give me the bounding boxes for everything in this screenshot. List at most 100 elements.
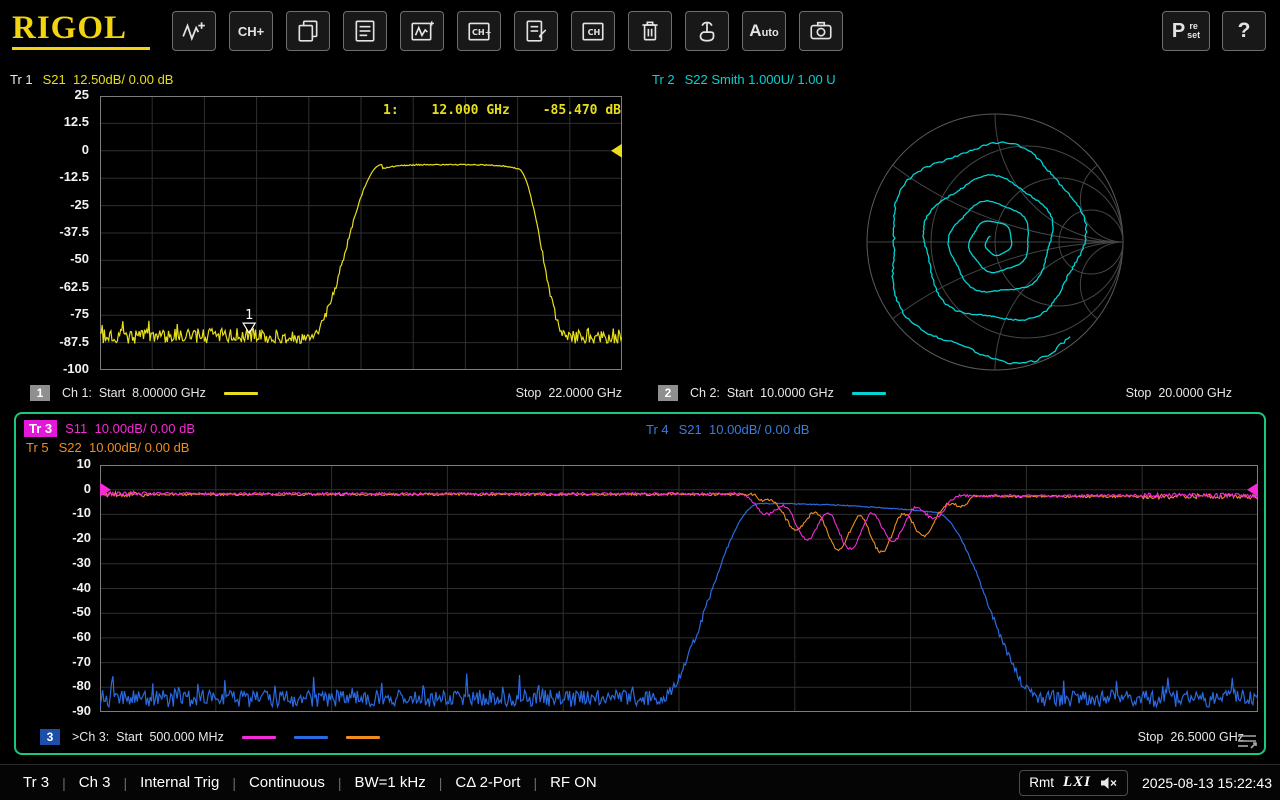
trash-icon (637, 18, 663, 44)
toolbar-right: P re set ? (1162, 11, 1266, 51)
y-tick-label: -20 (72, 530, 91, 545)
y-tick-label: -50 (72, 604, 91, 619)
y-tick-label: 25 (75, 87, 89, 102)
lxi-logo: LXI (1063, 774, 1091, 791)
tr3-header[interactable]: Tr 3 S11 10.00dB/ 0.00 dB (24, 420, 195, 437)
y-tick-label: -40 (72, 580, 91, 595)
y-tick-label: -62.5 (59, 279, 89, 294)
status-right: Rmt LXI 2025-08-13 15:22:43 (1019, 770, 1272, 796)
toolbar-buttons: CH+ CH+ (172, 11, 843, 51)
y-tick-label: 12.5 (64, 114, 89, 129)
y-tick-label: -10 (72, 505, 91, 520)
autoscale-label: Auto (749, 21, 778, 41)
new-trace-window-button[interactable] (400, 11, 444, 51)
status-item[interactable]: Tr 3 (10, 774, 62, 791)
tr1-label[interactable]: Tr 1 (10, 72, 33, 87)
ch2-stop-label[interactable]: Stop 20.0000 GHz (1126, 386, 1232, 400)
screenshot-button[interactable] (799, 11, 843, 51)
copy-channel-button[interactable] (286, 11, 330, 51)
svg-text:CH: CH (588, 27, 601, 37)
status-item[interactable]: Internal Trig (127, 774, 232, 791)
svg-text:CH+: CH+ (472, 27, 492, 37)
ch1-start-label[interactable]: Ch 1: Start 8.00000 GHz (62, 386, 206, 400)
add-trace-button[interactable] (172, 11, 216, 51)
delete-button[interactable] (628, 11, 672, 51)
ch1-plot-svg: 1 (100, 96, 622, 370)
datetime: 2025-08-13 15:22:43 (1142, 775, 1272, 791)
add-channel-button[interactable]: CH+ (229, 11, 273, 51)
tr5-info: S22 10.00dB/ 0.00 dB (59, 440, 190, 455)
y-tick-label: -87.5 (59, 334, 89, 349)
help-label: ? (1238, 19, 1251, 43)
smith-plot-svg (695, 88, 1280, 380)
trace-plus-icon (181, 18, 207, 44)
ch3-plot-svg (100, 465, 1258, 712)
ch1-badge[interactable]: 1 (30, 385, 50, 401)
toolbar: RIGOL CH+ C (0, 0, 1280, 62)
preset-button[interactable]: P re set (1162, 11, 1210, 51)
status-items: Tr 3|Ch 3|Internal Trig|Continuous|BW=1 … (10, 774, 610, 791)
remote-label: Rmt (1029, 775, 1054, 790)
channel-window-button[interactable]: CH (571, 11, 615, 51)
copy-icon (295, 18, 321, 44)
camera-icon (808, 18, 834, 44)
marker-readout: 1: 12.000 GHz -85.470 dB (383, 103, 621, 118)
y-tick-label: -100 (63, 361, 89, 376)
tr1-color-sample (224, 392, 258, 395)
status-item[interactable]: Continuous (236, 774, 338, 791)
y-tick-label: -80 (72, 678, 91, 693)
new-channel-window-button[interactable]: CH+ (457, 11, 501, 51)
tr2-color-sample (852, 392, 886, 395)
tr4-label[interactable]: Tr 4 (646, 422, 669, 437)
tr2-info: S22 Smith 1.000U/ 1.00 U (685, 72, 836, 87)
tr1-info: S21 12.50dB/ 0.00 dB (43, 72, 174, 87)
y-tick-label: -75 (70, 306, 89, 321)
window-ch-plus-icon: CH+ (466, 18, 492, 44)
tr3-badge[interactable]: Tr 3 (24, 420, 57, 437)
tr5-header[interactable]: Tr 5 S22 10.00dB/ 0.00 dB (26, 440, 189, 455)
window-ch-icon: CH (580, 18, 606, 44)
tr3-info: S11 10.00dB/ 0.00 dB (65, 421, 195, 436)
status-item[interactable]: CΔ 2-Port (442, 774, 533, 791)
ch2-trace-header[interactable]: Tr 2 S22 Smith 1.000U/ 1.00 U (652, 72, 836, 87)
status-item[interactable]: BW=1 kHz (341, 774, 438, 791)
status-item[interactable]: Ch 3 (66, 774, 124, 791)
ch2-badge[interactable]: 2 (658, 385, 678, 401)
ch3-badge[interactable]: 3 (40, 729, 60, 745)
remote-indicators: Rmt LXI (1019, 770, 1128, 796)
ch3-panel[interactable]: Tr 3 S11 10.00dB/ 0.00 dB Tr 4 S21 10.00… (14, 412, 1266, 755)
ch3-stop-label[interactable]: Stop 26.5000 GHz (1138, 730, 1244, 744)
tr4-color-sample (294, 736, 328, 739)
status-bar: Tr 3|Ch 3|Internal Trig|Continuous|BW=1 … (0, 764, 1280, 800)
tr2-label[interactable]: Tr 2 (652, 72, 675, 87)
mute-icon[interactable] (1100, 776, 1118, 790)
touch-button[interactable] (685, 11, 729, 51)
trace-settings-button[interactable] (343, 11, 387, 51)
y-tick-label: -50 (70, 251, 89, 266)
ch3-y-axis: 100-10-20-30-40-50-60-70-80-90 (16, 465, 96, 712)
tr4-header[interactable]: Tr 4 S21 10.00dB/ 0.00 dB (646, 422, 809, 437)
ch1-stop-label[interactable]: Stop 22.0000 GHz (516, 386, 622, 400)
menu-lines-icon (1235, 732, 1259, 750)
window-trace-icon (409, 18, 435, 44)
marker-1-number: 1 (245, 308, 253, 323)
panel-menu-button[interactable] (1234, 731, 1260, 751)
tr5-label[interactable]: Tr 5 (26, 440, 49, 455)
rigol-logo-underline (12, 47, 150, 50)
autoscale-button[interactable]: Auto (742, 11, 786, 51)
ch2-start-label[interactable]: Ch 2: Start 10.0000 GHz (690, 386, 834, 400)
status-item[interactable]: RF ON (537, 774, 610, 791)
rigol-logo: RIGOL (12, 8, 162, 54)
y-tick-label: 0 (82, 142, 89, 157)
measure-settings-button[interactable] (514, 11, 558, 51)
preset-label-big: P (1172, 20, 1185, 43)
ch3-start-label[interactable]: >Ch 3: Start 500.000 MHz (72, 730, 224, 744)
ch1-trace-header[interactable]: Tr 1 S21 12.50dB/ 0.00 dB (10, 72, 173, 87)
ch2-footer: 2 Ch 2: Start 10.0000 GHz Stop 20.0000 G… (658, 384, 1232, 402)
y-tick-label: -60 (72, 629, 91, 644)
tr3-color-sample (242, 736, 276, 739)
tr4-info: S21 10.00dB/ 0.00 dB (679, 422, 810, 437)
help-button[interactable]: ? (1222, 11, 1266, 51)
y-tick-label: 10 (77, 456, 91, 471)
ch1-footer: 1 Ch 1: Start 8.00000 GHz Stop 22.0000 G… (30, 384, 622, 402)
